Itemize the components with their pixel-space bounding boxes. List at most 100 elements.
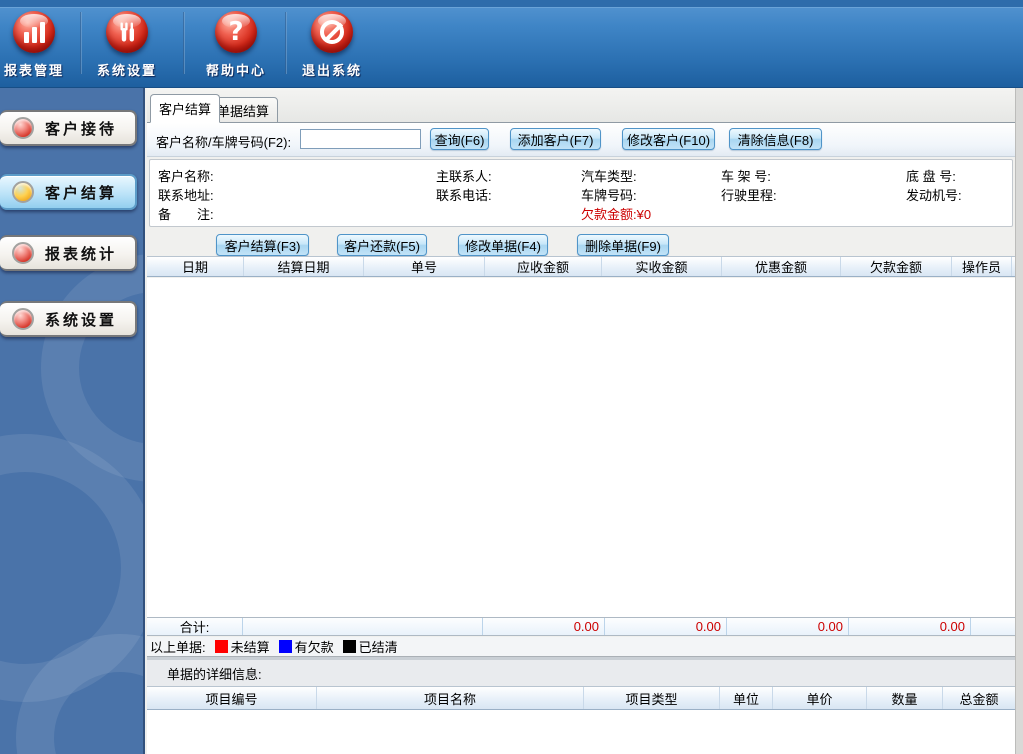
- tools-icon: [106, 11, 148, 53]
- legend-cleared-label: 已结清: [359, 637, 398, 656]
- column-header-quantity[interactable]: 数量: [867, 687, 943, 709]
- car-type-label: 汽车类型:: [581, 166, 637, 185]
- toolbar-item-label: 报表管理: [1, 60, 67, 79]
- button-label: 修改客户(F10): [627, 130, 710, 149]
- no-entry-icon: [311, 11, 353, 53]
- toolbar-item-help[interactable]: ? 帮助中心: [203, 11, 269, 83]
- tab-label: 客户结算: [159, 99, 211, 118]
- customer-settle-button[interactable]: 客户结算(F3): [216, 234, 309, 256]
- column-header-item-name[interactable]: 项目名称: [317, 687, 584, 709]
- plate-number-label: 车牌号码:: [581, 185, 637, 204]
- toolbar-item-label: 帮助中心: [203, 60, 269, 79]
- contact-address-label: 联系地址:: [158, 185, 214, 204]
- legend-unsettled-label: 未结算: [231, 637, 270, 656]
- button-label: 客户还款(F5): [344, 236, 420, 255]
- column-header-doc-no[interactable]: 单号: [364, 257, 485, 276]
- total-debt: 0.00: [849, 618, 971, 635]
- toolbar-item-settings[interactable]: 系统设置: [94, 11, 160, 83]
- bar-chart-icon: [13, 11, 55, 53]
- toolbar-item-exit[interactable]: 退出系统: [299, 11, 365, 83]
- detail-table-body[interactable]: [147, 710, 1015, 754]
- button-label: 删除单据(F9): [585, 236, 661, 255]
- customer-name-label: 客户名称:: [158, 166, 214, 185]
- vin-label: 车 架 号:: [721, 166, 771, 185]
- app-window: 报表管理 系统设置 ? 帮助中: [0, 0, 1023, 754]
- column-header-date[interactable]: 日期: [147, 257, 244, 276]
- legend-prefix: 以上单据:: [150, 637, 206, 656]
- column-header-unit[interactable]: 单位: [720, 687, 773, 709]
- red-orb-icon: [12, 117, 34, 139]
- sidebar-item-label: 报表统计: [45, 243, 117, 264]
- remark-label: 备 注:: [158, 204, 214, 223]
- sidebar-item-customer-settlement[interactable]: 客户结算: [0, 174, 137, 210]
- column-header-operator[interactable]: 操作员: [952, 257, 1012, 276]
- toolbar-separator: [183, 12, 185, 74]
- detail-title-row: 单据的详细信息:: [147, 660, 1023, 686]
- total-receivable: 0.00: [483, 618, 605, 635]
- sidebar-item-report-statistics[interactable]: 报表统计: [0, 235, 137, 271]
- total-discount: 0.00: [727, 618, 849, 635]
- column-header-unit-price[interactable]: 单价: [773, 687, 867, 709]
- sidebar-item-label: 客户结算: [45, 182, 117, 203]
- column-header-settle-date[interactable]: 结算日期: [244, 257, 364, 276]
- customer-repay-button[interactable]: 客户还款(F5): [337, 234, 427, 256]
- debt-amount-value: 欠款金额:¥0: [581, 204, 651, 223]
- customer-info-panel: 客户名称: 主联系人: 汽车类型: 车 架 号: 底 盘 号: 联系地址: 联系…: [149, 159, 1013, 227]
- button-label: 客户结算(F3): [225, 236, 301, 255]
- column-header-total-amount[interactable]: 总金额: [943, 687, 1015, 709]
- main-content: 客户结算 单据结算 客户名称/车牌号码(F2): 查询(F6) 添加客户(F7)…: [147, 88, 1023, 754]
- toolbar-item-label: 退出系统: [299, 60, 365, 79]
- column-header-item-no[interactable]: 项目编号: [147, 687, 317, 709]
- sidebar-item-customer-reception[interactable]: 客户接待: [0, 110, 137, 146]
- delete-document-button[interactable]: 删除单据(F9): [577, 234, 669, 256]
- sidebar: 客户接待 客户结算 报表统计 系统设置: [0, 88, 145, 754]
- legend-unsettled-swatch: [215, 640, 228, 653]
- button-label: 查询(F6): [435, 130, 485, 149]
- right-edge-strip: [1015, 88, 1023, 754]
- main-contact-label: 主联系人:: [436, 166, 492, 185]
- toolbar-separator: [285, 12, 287, 74]
- toolbar-top-strip: [0, 0, 1023, 8]
- legend-owing-swatch: [279, 640, 292, 653]
- legend-owing-label: 有欠款: [295, 637, 334, 656]
- mileage-label: 行驶里程:: [721, 185, 777, 204]
- legend-cleared-swatch: [343, 640, 356, 653]
- query-button[interactable]: 查询(F6): [430, 128, 489, 150]
- edit-document-button[interactable]: 修改单据(F4): [458, 234, 548, 256]
- search-label: 客户名称/车牌号码(F2):: [156, 132, 291, 151]
- column-header-received[interactable]: 实收金额: [602, 257, 722, 276]
- red-orb-icon: [12, 242, 34, 264]
- add-customer-button[interactable]: 添加客户(F7): [510, 128, 601, 150]
- top-toolbar: 报表管理 系统设置 ? 帮助中: [0, 0, 1023, 88]
- toolbar-separator: [80, 12, 82, 74]
- settlement-table-body[interactable]: [147, 278, 1015, 617]
- tab-label: 单据结算: [217, 101, 269, 120]
- search-input[interactable]: [300, 129, 421, 149]
- toolbar-item-reports[interactable]: 报表管理: [1, 11, 67, 83]
- edit-customer-button[interactable]: 修改客户(F10): [622, 128, 715, 150]
- column-header-debt[interactable]: 欠款金额: [841, 257, 952, 276]
- toolbar-item-label: 系统设置: [94, 60, 160, 79]
- column-header-receivable[interactable]: 应收金额: [485, 257, 602, 276]
- settlement-table-header: 日期 结算日期 单号 应收金额 实收金额 优惠金额 欠款金额 操作员: [147, 256, 1015, 277]
- contact-phone-label: 联系电话:: [436, 185, 492, 204]
- chassis-no-label: 底 盘 号:: [906, 166, 956, 185]
- totals-row: 合计: 0.00 0.00 0.00 0.00: [147, 617, 1015, 636]
- red-orb-icon: [12, 308, 34, 330]
- button-label: 修改单据(F4): [465, 236, 541, 255]
- tab-strip: 客户结算 单据结算: [147, 88, 1023, 123]
- button-label: 添加客户(F7): [518, 130, 594, 149]
- column-header-discount[interactable]: 优惠金额: [722, 257, 841, 276]
- button-label: 清除信息(F8): [738, 130, 814, 149]
- yellow-orb-icon: [12, 181, 34, 203]
- legend-row: 以上单据: 未结算 有欠款 已结清: [147, 637, 1023, 656]
- detail-table-header: 项目编号 项目名称 项目类型 单位 单价 数量 总金额: [147, 686, 1015, 710]
- sidebar-item-system-settings[interactable]: 系统设置: [0, 301, 137, 337]
- sidebar-item-label: 客户接待: [45, 118, 117, 139]
- column-header-item-type[interactable]: 项目类型: [584, 687, 720, 709]
- total-label: 合计:: [147, 618, 243, 635]
- search-bar: 客户名称/车牌号码(F2): 查询(F6) 添加客户(F7) 修改客户(F10)…: [147, 123, 1023, 157]
- clear-info-button[interactable]: 清除信息(F8): [729, 128, 822, 150]
- detail-title: 单据的详细信息:: [167, 664, 262, 683]
- tab-customer-settlement[interactable]: 客户结算: [150, 94, 220, 123]
